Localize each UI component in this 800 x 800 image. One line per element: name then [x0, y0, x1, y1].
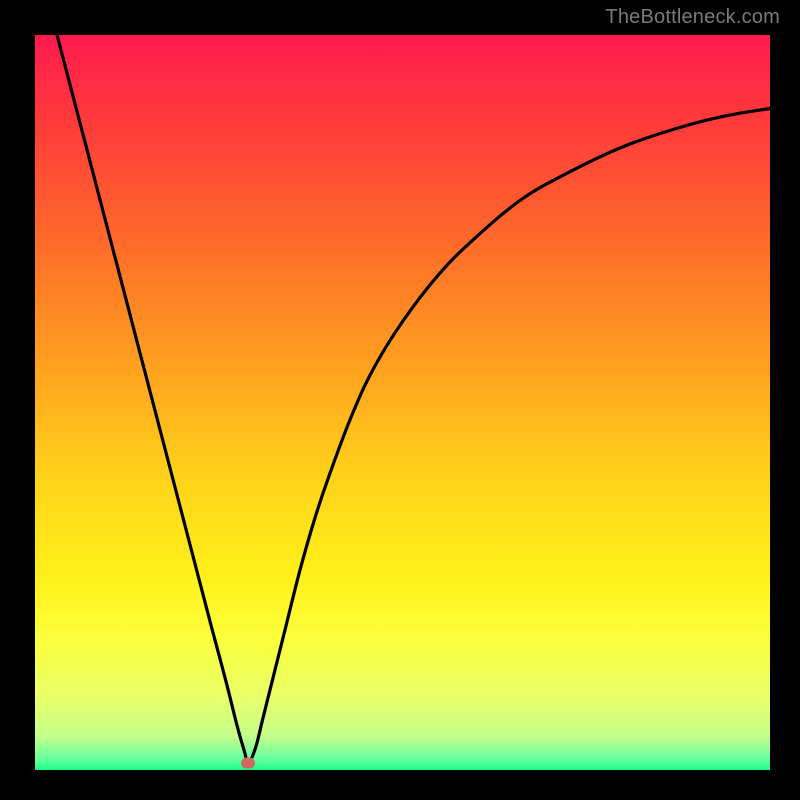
bottleneck-curve — [35, 35, 770, 770]
chart-frame: TheBottleneck.com — [0, 0, 800, 800]
plot-area — [35, 35, 770, 770]
watermark-text: TheBottleneck.com — [605, 6, 780, 29]
min-point-marker — [241, 757, 255, 768]
